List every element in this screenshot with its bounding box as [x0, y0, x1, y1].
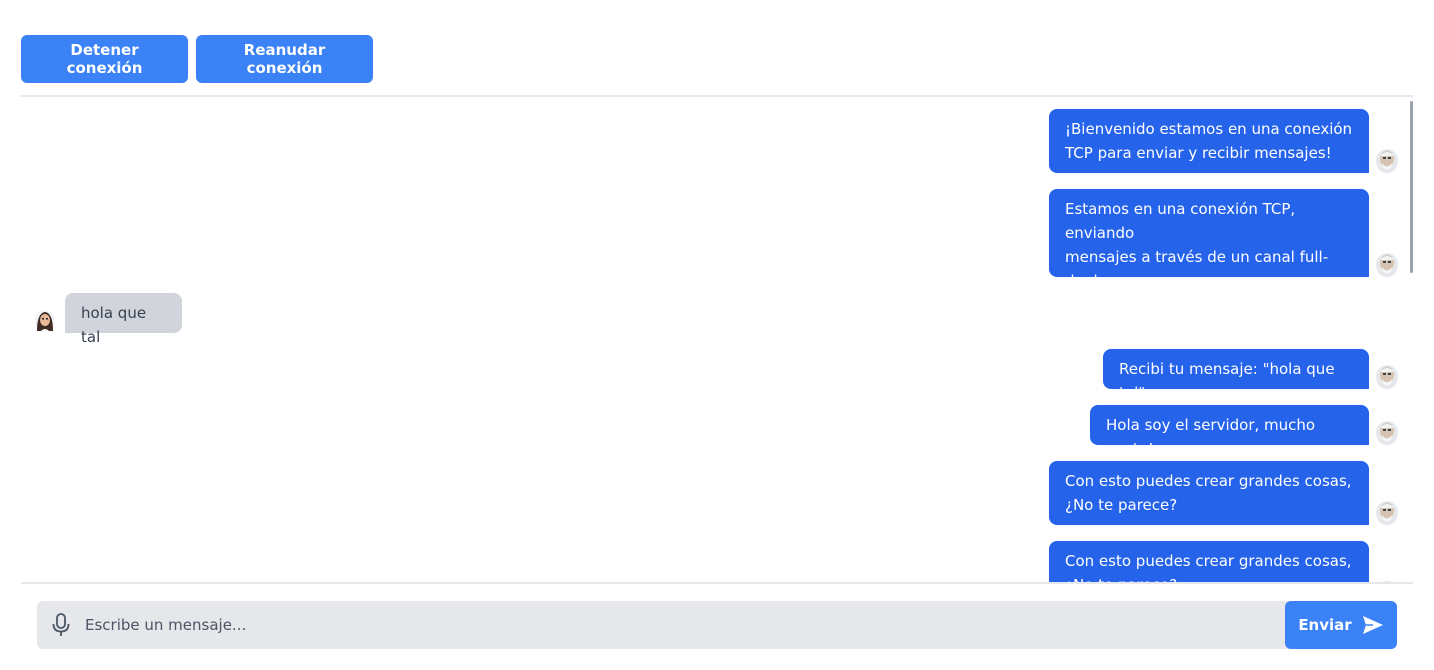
server-message: Con esto puedes crear grandes cosas, ¿No… — [1049, 541, 1369, 582]
user-avatar-icon — [35, 310, 55, 332]
server-avatar-icon — [1376, 365, 1398, 389]
message-line: Con esto puedes crear grandes cosas, — [1065, 552, 1352, 570]
server-avatar-icon — [1382, 581, 1392, 582]
server-message: Con esto puedes crear grandes cosas, ¿No… — [1049, 461, 1369, 525]
server-avatar-icon — [1376, 149, 1398, 173]
server-avatar-icon — [1376, 421, 1398, 445]
server-message: ¡Bienvenido estamos en una conexión TCP … — [1049, 109, 1369, 173]
message-line: Hola soy el servidor, mucho gusto! — [1106, 416, 1316, 458]
message-line: duplex — [1065, 272, 1116, 290]
message-input[interactable] — [85, 601, 1275, 649]
server-avatar-icon — [1376, 501, 1398, 525]
message-line: Recibi tu mensaje: "hola que tal" — [1119, 360, 1335, 402]
user-message: hola que tal — [65, 293, 182, 346]
resume-connection-button[interactable]: Reanudar conexión — [196, 35, 373, 83]
chat-scrollbar[interactable] — [1410, 101, 1413, 273]
message-line: ¡Bienvenido estamos en una conexión — [1065, 120, 1353, 138]
send-button[interactable]: Enviar — [1285, 601, 1397, 649]
connection-toolbar: Detener conexión Reanudar conexión — [21, 35, 373, 83]
message-composer: Enviar — [37, 601, 1397, 649]
server-avatar-icon — [1376, 253, 1398, 277]
message-line: Estamos en una conexión TCP, enviando — [1065, 200, 1296, 242]
message-line: hola que tal — [81, 304, 147, 346]
message-line: mensajes a través de un canal full- — [1065, 248, 1329, 266]
stop-connection-button[interactable]: Detener conexión — [21, 35, 188, 83]
microphone-icon[interactable] — [51, 613, 71, 637]
server-message: Estamos en una conexión TCP, enviando me… — [1049, 189, 1369, 290]
chat-messages-panel[interactable]: ¡Bienvenido estamos en una conexión TCP … — [21, 95, 1413, 584]
send-arrow-icon — [1362, 616, 1383, 634]
server-message: Hola soy el servidor, mucho gusto! — [1090, 405, 1369, 458]
send-button-label: Enviar — [1298, 616, 1352, 634]
message-line: ¿No te parece? — [1065, 573, 1353, 582]
message-line: Con esto puedes crear grandes cosas, — [1065, 472, 1352, 490]
server-message: Recibi tu mensaje: "hola que tal" — [1103, 349, 1369, 402]
message-line: ¿No te parece? — [1065, 496, 1178, 514]
message-line: TCP para enviar y recibir mensajes! — [1065, 144, 1332, 162]
